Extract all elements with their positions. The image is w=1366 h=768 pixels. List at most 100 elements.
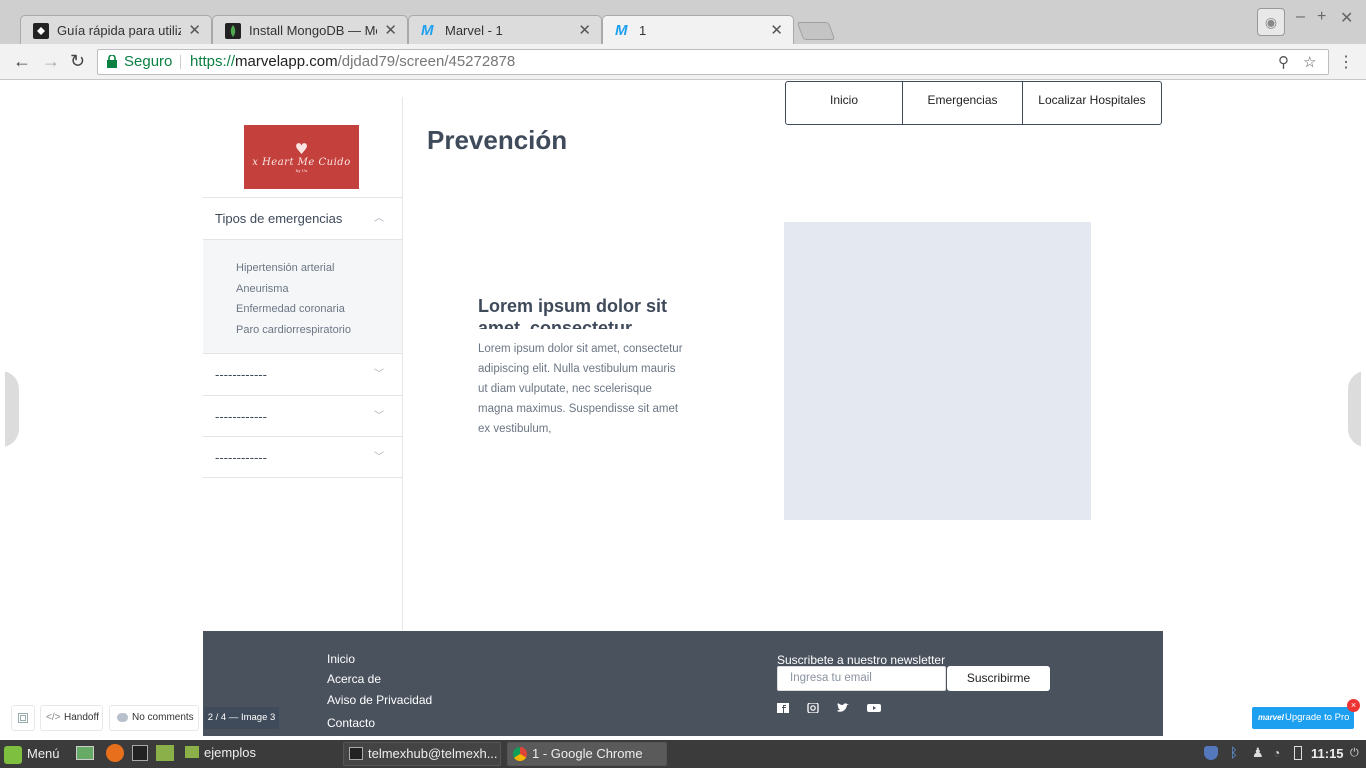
close-icon[interactable]: ✕ bbox=[188, 21, 201, 39]
logo-brand: x Heart Me Cuido bbox=[252, 157, 351, 168]
taskbar-window-terminal[interactable]: telmexhub@telmexh... bbox=[343, 742, 501, 766]
grid-icon[interactable] bbox=[11, 705, 35, 731]
sidebar-item-enfermedad-coronaria[interactable]: Enfermedad coronaria bbox=[236, 303, 345, 315]
close-icon[interactable]: ✕ bbox=[384, 21, 397, 39]
url-host: marvelapp.com bbox=[235, 53, 338, 70]
footer-link-inicio[interactable]: Inicio bbox=[327, 652, 355, 666]
browser-toolbar: ← → ↻ Seguro https://marvelapp.com/djdad… bbox=[0, 44, 1366, 80]
omnibox-separator bbox=[180, 55, 181, 69]
user-icon[interactable]: ♟ bbox=[1252, 746, 1266, 760]
sidebar-item-paro[interactable]: Paro cardiorrespiratorio bbox=[236, 324, 351, 336]
card-title: Lorem ipsum dolor sit amet, consectetur bbox=[478, 296, 668, 329]
terminal-icon[interactable] bbox=[132, 745, 148, 761]
close-icon[interactable]: ✕ bbox=[770, 21, 783, 39]
secure-label: Seguro bbox=[124, 53, 173, 70]
logo[interactable]: ♥ x Heart Me Cuido by Ux bbox=[244, 125, 359, 189]
window-label: 1 - Google Chrome bbox=[532, 746, 643, 761]
sidebar-item-hipertension[interactable]: Hipertensión arterial bbox=[236, 262, 334, 274]
show-desktop-icon[interactable] bbox=[76, 746, 94, 760]
marvel-icon: M bbox=[615, 22, 628, 39]
clock[interactable]: 11:15 bbox=[1311, 740, 1344, 768]
mongodb-leaf-icon bbox=[225, 23, 241, 39]
marvel-icon: M bbox=[421, 22, 434, 39]
chevron-down-icon: ﹀ bbox=[374, 452, 384, 463]
code-icon: </> bbox=[46, 712, 61, 723]
zoom-icon[interactable]: ⚲ bbox=[1278, 51, 1289, 75]
battery-icon[interactable] bbox=[1294, 746, 1302, 760]
maximize-icon[interactable]: + bbox=[1317, 8, 1326, 26]
url-text: https://marvelapp.com/djdad79/screen/452… bbox=[190, 50, 515, 74]
footer-link-contacto[interactable]: Contacto bbox=[327, 716, 375, 730]
folder-icon bbox=[185, 746, 199, 758]
next-screen-arrow[interactable] bbox=[1348, 371, 1361, 447]
accordion-label: Tipos de emergencias bbox=[215, 211, 343, 226]
forward-icon[interactable]: → bbox=[42, 51, 60, 72]
logo-tagline: by Ux bbox=[295, 168, 308, 173]
subscribe-button[interactable]: Suscribirme bbox=[947, 666, 1050, 691]
tab-title: 1 bbox=[639, 23, 647, 38]
nav-emergencias[interactable]: Emergencias bbox=[902, 82, 1022, 124]
close-icon[interactable]: × bbox=[1347, 699, 1360, 712]
new-tab-button[interactable] bbox=[796, 22, 836, 40]
back-icon[interactable]: ← bbox=[13, 51, 31, 72]
nav-inicio[interactable]: Inicio bbox=[786, 82, 902, 124]
accordion-collapsed-1[interactable]: ------------ ﹀ bbox=[203, 353, 402, 395]
bluetooth-icon[interactable]: ᛒ bbox=[1230, 746, 1244, 760]
lock-icon bbox=[107, 55, 117, 68]
comments-button[interactable]: No comments bbox=[109, 705, 199, 731]
minimize-icon[interactable]: – bbox=[1296, 8, 1305, 26]
card-body: Lorem ipsum dolor sit amet, consectetur … bbox=[478, 343, 683, 435]
menu-label: Menú bbox=[27, 746, 60, 761]
window-label: telmexhub@telmexh... bbox=[368, 746, 498, 761]
firefox-icon[interactable] bbox=[106, 744, 124, 762]
email-field[interactable]: Ingresa tu email bbox=[777, 666, 946, 691]
close-icon[interactable]: ✕ bbox=[578, 21, 591, 39]
accordion-collapsed-3[interactable]: ------------ ﹀ bbox=[203, 436, 402, 478]
screen-counter: 2 / 4 — Image 3 bbox=[204, 707, 279, 729]
accordion-tipos-emergencias[interactable]: Tipos de emergencias ︿ bbox=[203, 197, 402, 239]
tab-marvel-1[interactable]: M Marvel - 1 ✕ bbox=[408, 15, 602, 45]
taskbar: Menú ejemplos telmexhub@telmexh... 1 - G… bbox=[0, 740, 1366, 768]
start-menu-button[interactable]: Menú bbox=[4, 740, 60, 768]
twitter-icon[interactable] bbox=[837, 703, 849, 713]
tab-mongodb[interactable]: Install MongoDB — Mon ✕ bbox=[212, 15, 408, 45]
menu-icon[interactable]: ⋮ bbox=[1338, 52, 1354, 72]
taskbar-window-ejemplos[interactable]: ejemplos bbox=[180, 742, 340, 766]
taskbar-window-chrome[interactable]: 1 - Google Chrome bbox=[507, 742, 667, 766]
facebook-icon[interactable] bbox=[777, 703, 789, 713]
close-window-icon[interactable]: ✕ bbox=[1340, 8, 1353, 28]
wifi-icon[interactable]: ◔ bbox=[1273, 746, 1287, 760]
sidebar-divider bbox=[402, 97, 403, 630]
heart-logo-icon: ♥ bbox=[294, 140, 309, 158]
accordion-content: Hipertensión arterial Aneurisma Enfermed… bbox=[203, 239, 402, 353]
handoff-button[interactable]: </> Handoff bbox=[40, 705, 103, 731]
shield-icon[interactable] bbox=[1204, 746, 1218, 760]
footer: Inicio Acerca de Aviso de Privacidad Con… bbox=[203, 631, 1163, 736]
instagram-icon[interactable] bbox=[807, 703, 819, 713]
tab-strip: Guía rápida para utilizar ✕ Install Mong… bbox=[0, 0, 1366, 46]
bookmark-star-icon[interactable]: ☆ bbox=[1303, 51, 1316, 75]
upgrade-button[interactable]: marvel Upgrade to Pro × bbox=[1252, 699, 1360, 729]
tab-title: Marvel - 1 bbox=[445, 23, 503, 38]
footer-link-privacidad[interactable]: Aviso de Privacidad bbox=[327, 693, 432, 707]
youtube-icon[interactable] bbox=[867, 703, 881, 713]
reload-icon[interactable]: ↻ bbox=[70, 51, 85, 72]
top-navigation: Inicio Emergencias Localizar Hospitales bbox=[785, 81, 1162, 125]
profile-icon[interactable]: ◉ bbox=[1257, 8, 1285, 36]
sidebar-bottom-border bbox=[203, 477, 402, 478]
tab-guia[interactable]: Guía rápida para utilizar ✕ bbox=[20, 15, 212, 45]
footer-link-acerca[interactable]: Acerca de bbox=[327, 672, 381, 686]
newsletter-label: Suscribete a nuestro newsletter bbox=[777, 653, 946, 667]
nav-localizar-hospitales[interactable]: Localizar Hospitales bbox=[1022, 82, 1161, 124]
prev-screen-arrow[interactable] bbox=[5, 371, 19, 447]
tab-active-1[interactable]: M 1 ✕ bbox=[602, 15, 794, 46]
grid-glyph bbox=[18, 713, 28, 723]
upgrade-label: Upgrade to Pro bbox=[1285, 712, 1350, 723]
files-icon[interactable] bbox=[156, 745, 174, 761]
tab-title: Guía rápida para utilizar bbox=[57, 23, 181, 38]
power-icon[interactable]: ⏻ bbox=[1350, 746, 1364, 760]
sidebar-item-aneurisma[interactable]: Aneurisma bbox=[236, 283, 289, 295]
address-bar[interactable]: Seguro https://marvelapp.com/djdad79/scr… bbox=[97, 49, 1329, 75]
marvel-logo: marvel bbox=[1258, 713, 1284, 722]
accordion-collapsed-2[interactable]: ------------ ﹀ bbox=[203, 395, 402, 437]
